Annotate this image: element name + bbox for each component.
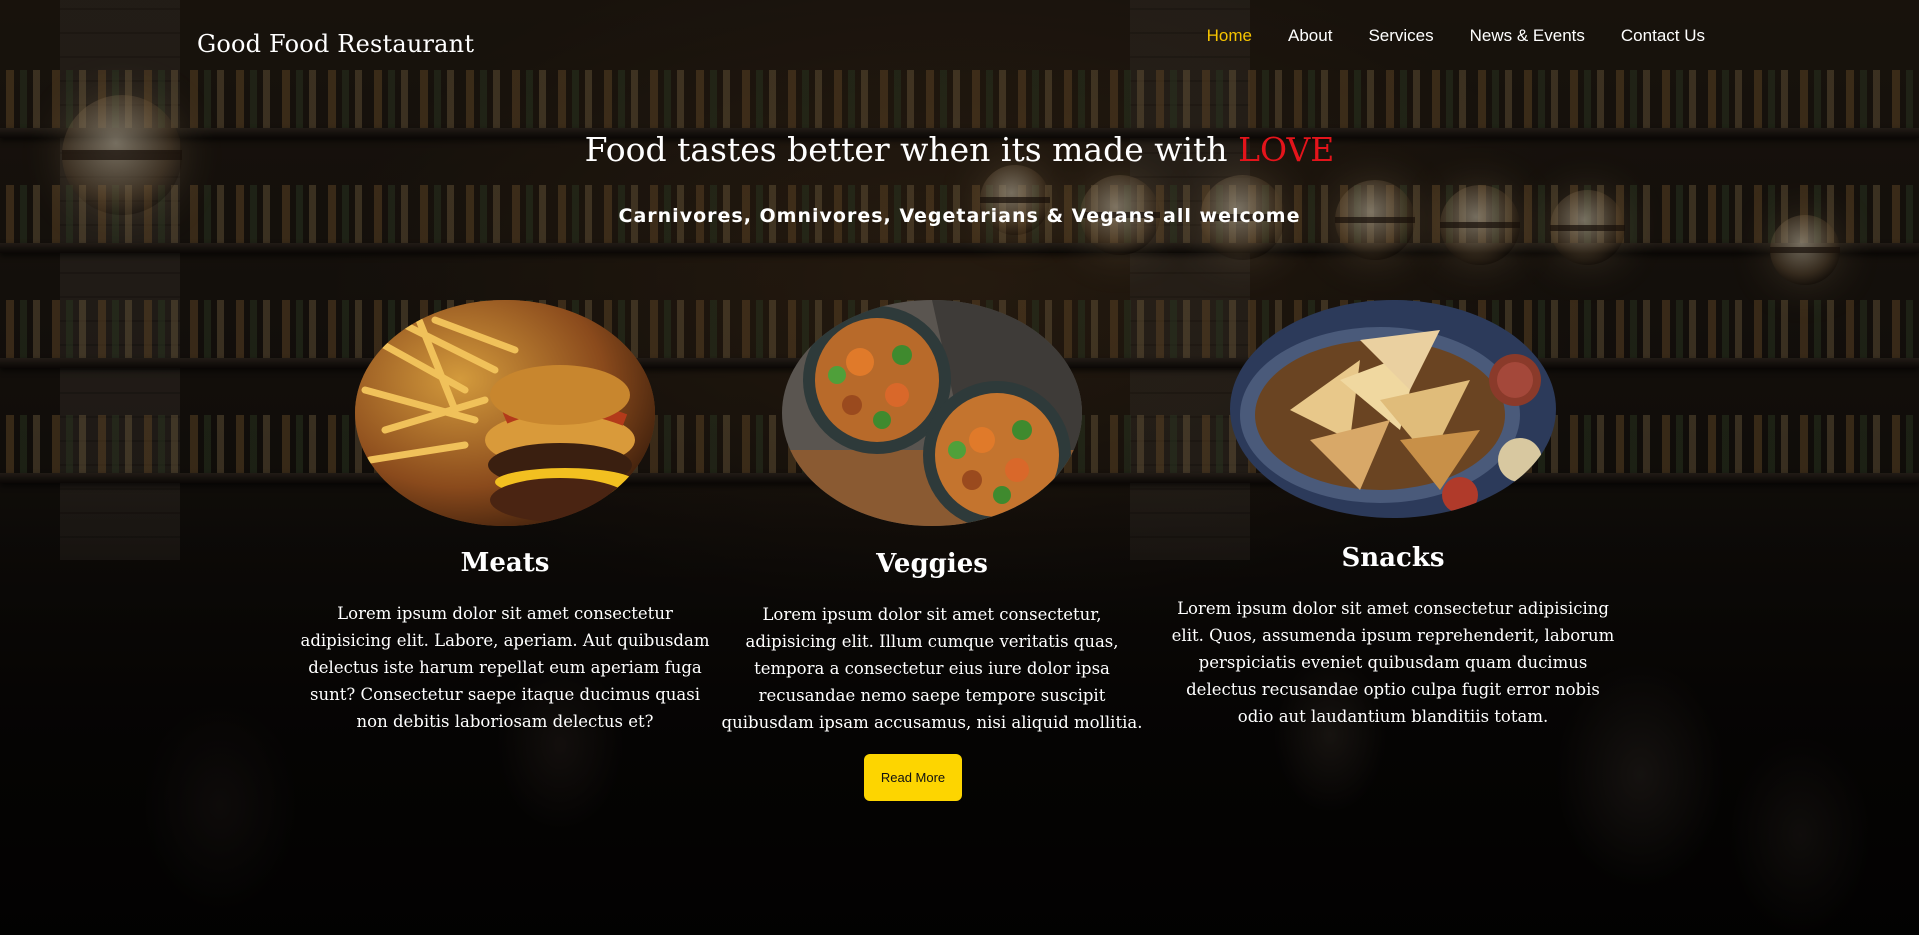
nav-item-contact: Contact Us bbox=[1621, 26, 1705, 46]
nachos-snack-illustration bbox=[1230, 300, 1556, 518]
burger-fries-illustration bbox=[355, 300, 655, 526]
burger-fries-image bbox=[355, 300, 655, 526]
read-more-button[interactable]: Read More bbox=[864, 754, 962, 801]
card-text-meats: Lorem ipsum dolor sit amet consectetur a… bbox=[300, 604, 710, 731]
card-title-snacks: Snacks bbox=[1341, 543, 1445, 573]
nachos-snack-image bbox=[1230, 300, 1556, 518]
nav-item-about: About bbox=[1288, 26, 1332, 46]
main-nav: Home About Services News & Events Contac… bbox=[1207, 26, 1705, 46]
card-text-snacks: Lorem ipsum dolor sit amet consectetur a… bbox=[1171, 599, 1615, 726]
veggie-bowls-illustration bbox=[782, 300, 1082, 526]
hero-title: Food tastes better when its made with LO… bbox=[0, 130, 1919, 169]
nav-link-contact[interactable]: Contact Us bbox=[1621, 26, 1705, 45]
nav-link-about[interactable]: About bbox=[1288, 26, 1332, 45]
card-text-veggies: Lorem ipsum dolor sit amet consectetur, … bbox=[721, 605, 1143, 732]
nav-link-home[interactable]: Home bbox=[1207, 26, 1252, 45]
hero-subtitle: Carnivores, Omnivores, Vegetarians & Veg… bbox=[618, 205, 1301, 227]
veggie-bowls-image bbox=[782, 300, 1082, 526]
nav-link-services[interactable]: Services bbox=[1368, 26, 1433, 45]
site-brand[interactable]: Good Food Restaurant bbox=[197, 30, 474, 58]
hero-title-text: Food tastes better when its made with bbox=[584, 130, 1239, 169]
nav-item-services: Services bbox=[1368, 26, 1433, 46]
hero-title-highlight: LOVE bbox=[1238, 130, 1335, 169]
nav-item-news-events: News & Events bbox=[1470, 26, 1585, 46]
card-title-meats: Meats bbox=[460, 548, 550, 578]
card-title-veggies: Veggies bbox=[876, 549, 988, 579]
nav-link-news-events[interactable]: News & Events bbox=[1470, 26, 1585, 45]
nav-item-home: Home bbox=[1207, 26, 1252, 46]
